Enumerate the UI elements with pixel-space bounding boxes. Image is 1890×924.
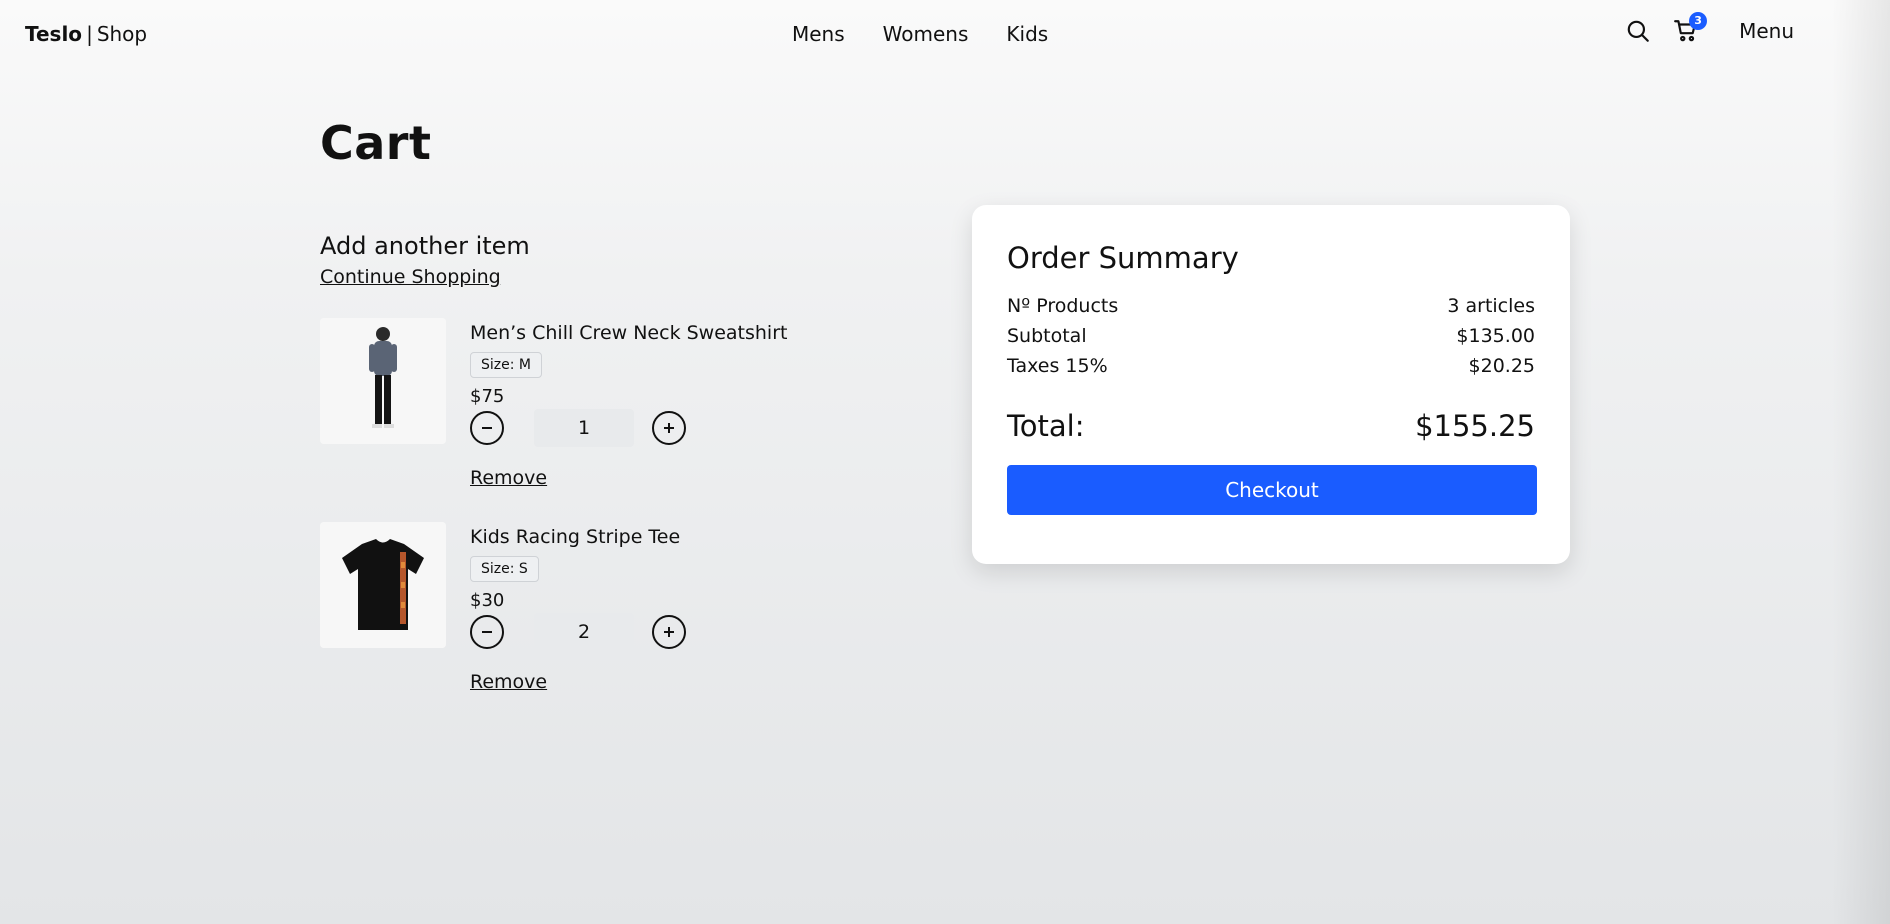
summary-total-row: Total: $155.25 bbox=[1007, 409, 1535, 443]
summary-value: 3 articles bbox=[1447, 295, 1535, 317]
decrease-quantity-button[interactable] bbox=[470, 615, 504, 649]
increase-quantity-button[interactable] bbox=[652, 615, 686, 649]
increase-quantity-button[interactable] bbox=[652, 411, 686, 445]
summary-row-subtotal: Subtotal $135.00 bbox=[1007, 321, 1535, 351]
search-icon[interactable] bbox=[1625, 18, 1651, 44]
product-price: $75 bbox=[470, 386, 505, 407]
size-badge: Size: S bbox=[470, 556, 539, 582]
quantity-stepper: 2 bbox=[470, 613, 686, 651]
plus-icon bbox=[664, 627, 674, 637]
remove-item-link[interactable]: Remove bbox=[470, 671, 547, 693]
summary-label: Taxes 15% bbox=[1007, 355, 1108, 377]
order-summary-card: Order Summary Nº Products 3 articles Sub… bbox=[972, 205, 1570, 564]
menu-button[interactable]: Menu bbox=[1739, 19, 1794, 43]
header-actions: 3 Menu bbox=[1625, 12, 1794, 44]
window-edge-shadow bbox=[1832, 0, 1890, 924]
summary-row-taxes: Taxes 15% $20.25 bbox=[1007, 351, 1535, 381]
brand-separator: | bbox=[86, 22, 93, 46]
product-name[interactable]: Kids Racing Stripe Tee bbox=[470, 526, 686, 548]
minus-icon bbox=[482, 427, 492, 429]
plus-icon bbox=[664, 423, 674, 433]
product-name[interactable]: Men’s Chill Crew Neck Sweatshirt bbox=[470, 322, 787, 344]
product-image[interactable] bbox=[320, 318, 446, 444]
page-title: Cart bbox=[320, 116, 432, 170]
decrease-quantity-button[interactable] bbox=[470, 411, 504, 445]
summary-row-products: Nº Products 3 articles bbox=[1007, 291, 1535, 321]
nav-item-kids[interactable]: Kids bbox=[1006, 22, 1048, 46]
remove-item-link[interactable]: Remove bbox=[470, 467, 547, 489]
nav-item-womens[interactable]: Womens bbox=[883, 22, 969, 46]
top-navbar: Teslo | Shop Mens Womens Kids 3 Menu bbox=[0, 0, 1890, 70]
brand-logo[interactable]: Teslo | Shop bbox=[25, 22, 147, 46]
cart-items-column: Add another item Continue Shopping Men’s… bbox=[320, 232, 880, 693]
brand-primary: Teslo bbox=[25, 22, 83, 46]
cart-item-info: Kids Racing Stripe Tee Size: S $30 2 Rem… bbox=[470, 522, 686, 693]
total-label: Total: bbox=[1007, 409, 1085, 443]
summary-value: $135.00 bbox=[1456, 325, 1535, 347]
order-summary-title: Order Summary bbox=[1007, 241, 1239, 275]
summary-label: Subtotal bbox=[1007, 325, 1087, 347]
checkout-button[interactable]: Checkout bbox=[1007, 465, 1537, 515]
cart-icon[interactable]: 3 bbox=[1673, 12, 1708, 44]
category-nav: Mens Womens Kids bbox=[792, 22, 1048, 46]
brand-secondary: Shop bbox=[96, 22, 148, 46]
product-price: $30 bbox=[470, 590, 505, 611]
product-image[interactable] bbox=[320, 522, 446, 648]
cart-count-badge: 3 bbox=[1689, 12, 1708, 30]
continue-shopping-link[interactable]: Continue Shopping bbox=[320, 266, 501, 288]
size-badge: Size: M bbox=[470, 352, 542, 378]
quantity-stepper: 1 bbox=[470, 409, 787, 447]
quantity-field[interactable]: 1 bbox=[534, 409, 634, 447]
nav-item-mens[interactable]: Mens bbox=[792, 22, 845, 46]
total-value: $155.25 bbox=[1415, 409, 1535, 443]
summary-value: $20.25 bbox=[1468, 355, 1535, 377]
minus-icon bbox=[482, 631, 492, 633]
add-another-item-heading: Add another item bbox=[320, 232, 530, 260]
quantity-field[interactable]: 2 bbox=[534, 613, 634, 651]
cart-item-info: Men’s Chill Crew Neck Sweatshirt Size: M… bbox=[470, 318, 787, 489]
summary-label: Nº Products bbox=[1007, 295, 1119, 317]
